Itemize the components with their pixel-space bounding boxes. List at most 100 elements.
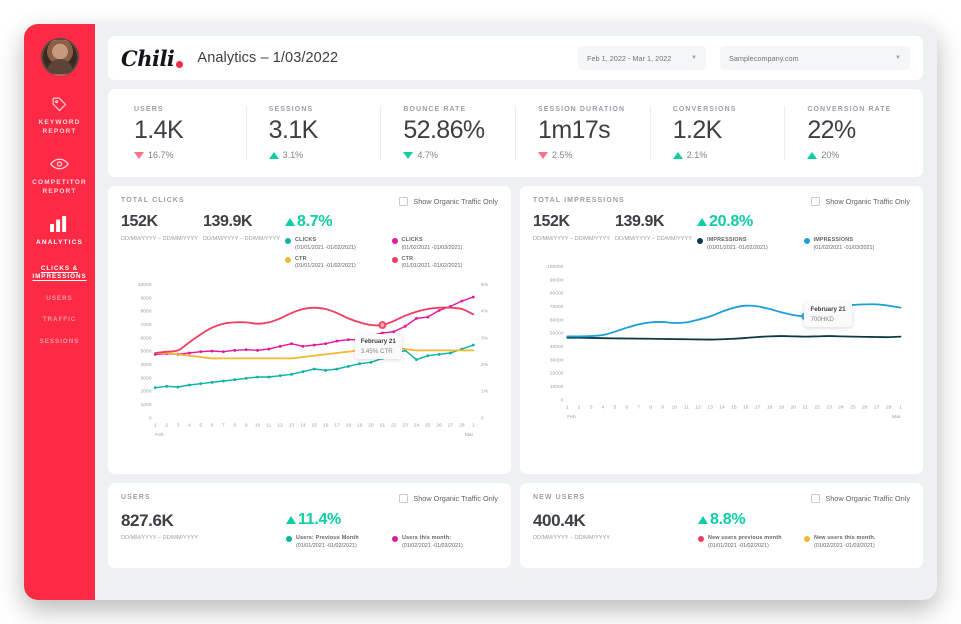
top-bar: Chili Analytics – 1/03/2022 Feb 1, 2022 …: [108, 36, 923, 80]
sidebar-item-competitor-report[interactable]: COMPETITOR REPORT: [24, 154, 95, 197]
kpi-delta-value: 4.7%: [417, 150, 438, 160]
kpi-value: 52.86%: [403, 116, 485, 144]
site-select[interactable]: Samplecompany.com ▼: [720, 46, 910, 70]
svg-text:23: 23: [826, 404, 832, 410]
trend-up-icon: [697, 218, 707, 226]
stat-value: 152K: [121, 213, 158, 230]
sidebar-item-analytics[interactable]: ANALYTICS: [36, 214, 83, 248]
svg-text:8: 8: [233, 423, 236, 429]
svg-text:1%: 1%: [481, 389, 489, 395]
chart-legend: IMPRESSIONS (01/01/2021 -01/02/2021) IMP…: [697, 237, 910, 256]
kpi-delta: 3.1%: [268, 150, 359, 160]
legend-swatch-icon: [285, 238, 291, 244]
chevron-down-icon: ▼: [895, 55, 901, 61]
svg-text:4000: 4000: [140, 362, 151, 368]
clicks-plot[interactable]: 0 1000 2000 3000 4000 5000 6000 7000 8000 9000 100…: [121, 278, 498, 442]
legend-area: 8.8% New users previous month (01/01/202…: [698, 512, 910, 554]
stat-previous: 152K DD/MM/YYYY – DD/MM/YYYY: [121, 214, 203, 243]
sidebar-subitem-sessions[interactable]: SESSIONS: [29, 338, 91, 347]
svg-text:0: 0: [149, 416, 152, 422]
legend-range: (01/01/2021 -01/02/2021): [708, 542, 769, 549]
trend-up-icon: [807, 151, 818, 159]
legend-text: New users previous month (01/01/2021 -01…: [708, 535, 782, 551]
sidebar-item-keyword-report[interactable]: KEYWORD REPORT: [24, 94, 95, 137]
kpi-delta: 4.7%: [403, 150, 493, 160]
legend-item[interactable]: New users this month. (01/02/2021 -01/03…: [804, 535, 910, 551]
svg-text:50000: 50000: [550, 330, 564, 336]
checkbox-icon[interactable]: [399, 494, 409, 503]
kpi-delta-value: 3.1%: [282, 150, 304, 160]
svg-text:2: 2: [578, 404, 581, 410]
svg-text:100000: 100000: [547, 264, 564, 270]
organic-traffic-toggle[interactable]: Show Organic Traffic Only: [811, 197, 910, 206]
tooltip-value: 700HKD: [810, 315, 834, 323]
sidebar-subitem-users[interactable]: USERS: [29, 295, 91, 304]
svg-text:11: 11: [684, 404, 689, 410]
svg-text:Mar: Mar: [892, 414, 901, 420]
card-stats: 827.6K DD/MM/YYYY – DD/MM/YYYY 11.4% Use…: [121, 512, 498, 554]
legend-item[interactable]: CTR (01/01/2021 -01/02/2021): [285, 256, 392, 272]
svg-text:10: 10: [672, 404, 678, 410]
checkbox-icon[interactable]: [811, 494, 821, 503]
legend-item[interactable]: CTR (01/01/2021 -01/02/2021): [391, 255, 499, 272]
change-percent: 11.4%: [286, 512, 498, 528]
impressions-plot[interactable]: 0 10000 20000 30000 40000 50000 60000 70000 8000…: [533, 260, 910, 424]
organic-traffic-toggle[interactable]: Show Organic Traffic Only: [399, 197, 498, 206]
legend-name: CLICKS: [401, 237, 423, 243]
change-percent-value: 11.4%: [298, 511, 341, 528]
legend-text: New users this month. (01/02/2021 -01/03…: [814, 535, 876, 551]
svg-text:7: 7: [222, 423, 225, 429]
legend-area: 11.4% Users: Previous Month (01/01/2021 …: [286, 512, 498, 554]
svg-text:11: 11: [266, 423, 271, 429]
legend-item[interactable]: IMPRESSIONS (01/01/2021 -01/02/2021): [697, 237, 804, 253]
clicks-chart-svg: 0100020003000400050006000700080009000100…: [138, 282, 489, 438]
sidebar-subitem-clicks-impressions[interactable]: CLICKS & IMPRESSIONS: [29, 265, 91, 282]
legend-item[interactable]: CLICKS (01/02/2021 -01/03/2021): [391, 237, 499, 253]
legend-item[interactable]: New users previous month (01/01/2021 -01…: [698, 535, 804, 551]
card-stats: 400.4K DD/MM/YYYY – DD/MM/YYYY 8.8% New …: [533, 512, 910, 554]
svg-text:3000: 3000: [140, 376, 151, 382]
legend-text: CTR (01/01/2021 -01/02/2021): [295, 256, 356, 272]
stat-range: DD/MM/YYYY – DD/MM/YYYY: [121, 535, 198, 541]
date-range-select[interactable]: Feb 1, 2022 - Mar 1, 2022 ▼: [578, 46, 706, 70]
svg-text:10000: 10000: [550, 384, 564, 390]
legend-item[interactable]: CLICKS (01/01/2021 -01/02/2021): [285, 237, 392, 253]
legend-item[interactable]: Users: Previous Month (01/01/2021 -01/02…: [286, 535, 392, 551]
legend-name: Users: Previous Month: [296, 535, 359, 541]
kpi-delta-value: 16.7%: [148, 150, 174, 160]
svg-text:15: 15: [312, 423, 318, 429]
legend-item[interactable]: Users this month: (01/02/2021 -01/03/202…: [392, 535, 498, 551]
impressions-chart-svg: 0 10000 20000 30000 40000 50000 60000 70000 8000…: [547, 264, 902, 420]
legend-name: CTR: [295, 255, 307, 262]
svg-text:13: 13: [289, 423, 295, 429]
svg-text:22: 22: [391, 423, 397, 429]
organic-traffic-toggle[interactable]: Show Organic Traffic Only: [399, 494, 498, 503]
bar-chart-icon: [50, 214, 68, 234]
svg-text:4: 4: [602, 404, 605, 410]
legend-name: CTR: [401, 255, 414, 262]
svg-text:90000: 90000: [550, 277, 564, 283]
legend-swatch-icon: [285, 256, 291, 263]
avatar[interactable]: [40, 38, 79, 76]
svg-text:28: 28: [886, 404, 892, 410]
svg-text:19: 19: [357, 423, 363, 429]
stat-current: 139.9K DD/MM/YYYY – DD/MM/YYYY: [203, 214, 285, 243]
svg-text:1: 1: [472, 423, 475, 429]
checkbox-icon[interactable]: [399, 197, 409, 206]
sidebar-subitem-traffic[interactable]: TRAFFIC: [29, 316, 91, 325]
tooltip-value: 3.45% CTR: [360, 347, 393, 355]
tooltip-date: February 21: [810, 306, 846, 314]
legend-item[interactable]: IMPRESSIONS (01/02/2021 -01/03/2021): [803, 237, 911, 253]
stat-current: 139.9K DD/MM/YYYY – DD/MM/YYYY: [615, 214, 697, 243]
site-value: Samplecompany.com: [729, 53, 799, 63]
svg-text:18: 18: [346, 423, 352, 429]
organic-traffic-toggle[interactable]: Show Organic Traffic Only: [811, 494, 910, 503]
card-total-impressions: TOTAL IMPRESSIONS Show Organic Traffic O…: [520, 186, 923, 474]
checkbox-icon[interactable]: [811, 197, 821, 206]
trend-down-icon: [538, 151, 549, 159]
svg-text:1: 1: [566, 404, 569, 410]
kpi-label: SESSIONS: [268, 106, 314, 113]
svg-text:6000: 6000: [140, 336, 151, 342]
change-percent-value: 8.7%: [297, 213, 333, 230]
legend-swatch-icon: [697, 238, 703, 244]
